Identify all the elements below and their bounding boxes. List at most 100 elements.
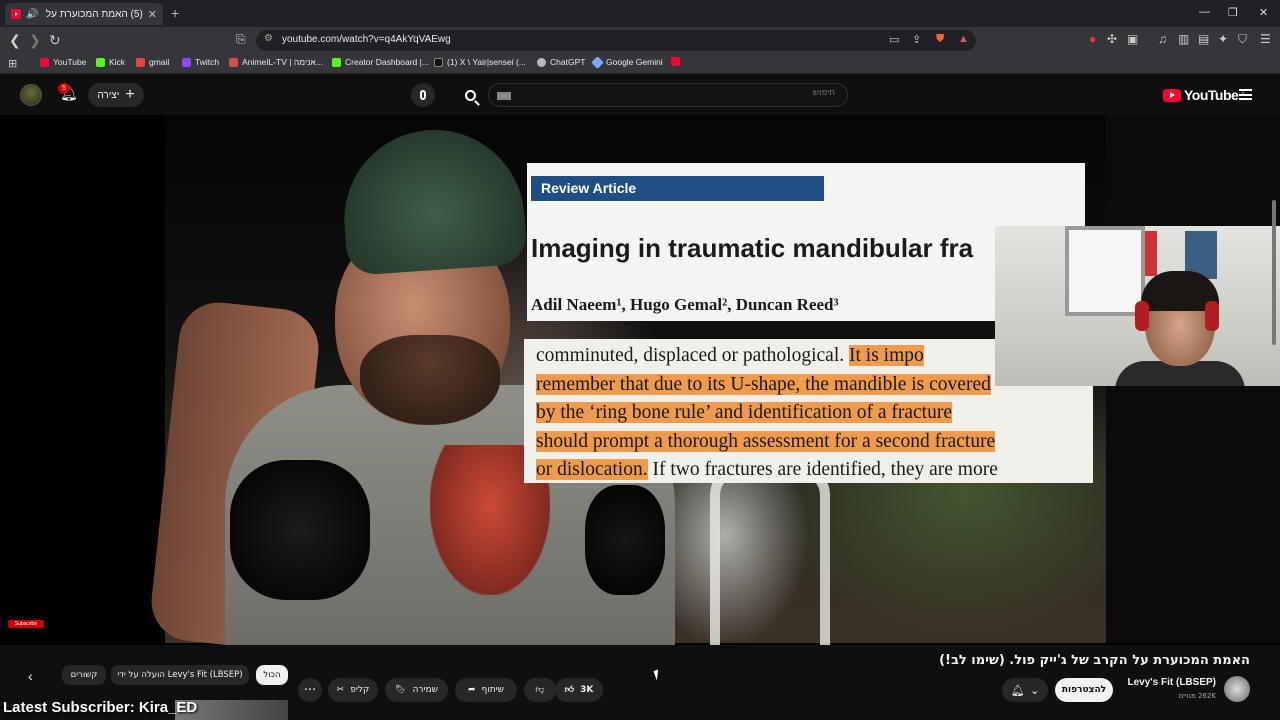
youtube-wordmark: YouTube [1184, 87, 1239, 103]
bookmark-gemini[interactable]: Google Gemini [591, 55, 663, 69]
video-person-fist-2 [585, 485, 665, 595]
brave-shield-icon[interactable]: ⛊ [936, 33, 944, 46]
thumbs-up-icon: 👍︎ [564, 685, 575, 695]
apps-grid-icon[interactable]: ⊞ [8, 57, 17, 70]
search-icon [464, 89, 476, 101]
bookmark-youtube-2[interactable] [671, 57, 680, 66]
bookmark-x[interactable]: (1) X \ Yair|sensei (... [434, 57, 526, 67]
dislike-button[interactable]: 👎︎ [524, 678, 556, 702]
bookmark-animeil[interactable]: AnimeIL-TV | אנימה... [229, 57, 323, 67]
share-icon: ➦ [467, 685, 476, 695]
extension-box-icon[interactable]: ▣ [1127, 32, 1138, 46]
chips-previous-icon[interactable]: ‹ [28, 668, 33, 684]
animeil-icon [229, 57, 238, 67]
close-window-button[interactable]: ✕ [1259, 6, 1268, 19]
youtube-favicon-icon [11, 9, 21, 19]
chip-all[interactable]: הכול [256, 665, 288, 685]
clip-button[interactable]: ✂ קליפ [328, 678, 378, 702]
forward-icon[interactable]: ❯ [29, 32, 41, 49]
chevron-down-icon: ⌄ [1030, 684, 1040, 697]
site-info-icon[interactable]: ⚙ [264, 33, 273, 44]
bookmark-twitch[interactable]: Twitch [182, 57, 219, 67]
clip-label: קליפ [350, 685, 370, 695]
save-button[interactable]: 🔖︎ שמירה [385, 678, 448, 702]
gemini-icon [591, 55, 604, 69]
bookmark-creator-dashboard[interactable]: Creator Dashboard |... [332, 57, 429, 67]
gmail-icon [136, 57, 145, 67]
create-button[interactable]: יצירה + [88, 83, 144, 107]
extensions-icon[interactable]: ✣ [1107, 32, 1117, 46]
subscribe-watermark[interactable]: Subscribe [8, 620, 44, 628]
wallet-icon[interactable]: ▤ [1198, 32, 1209, 46]
share-button[interactable]: ➦ שיתוף [455, 678, 517, 702]
latest-subscriber-overlay: Latest Subscriber: Kira_ED [3, 699, 198, 716]
more-actions-button[interactable]: ··· [298, 678, 322, 702]
video-person-beard [360, 335, 500, 425]
article-line: by the ‘ring bone rule’ and identificati… [536, 399, 1081, 428]
create-label: יצירה [97, 89, 120, 101]
brave-rewards-icon[interactable]: ▲ [958, 33, 969, 45]
back-icon[interactable]: ❮ [9, 32, 21, 49]
bookmarks-bar: ⊞ YouTube Kick gmail Twitch AnimeIL-TV |… [0, 54, 1280, 74]
headset-icon [1135, 301, 1149, 331]
channel-name[interactable]: Levy's Fit (LBSEP) [1127, 677, 1216, 688]
reload-icon[interactable]: ↻ [49, 32, 61, 49]
user-avatar[interactable] [20, 84, 42, 106]
article-type-tag: Review Article [531, 176, 824, 201]
new-tab-button[interactable]: + [171, 5, 179, 21]
article-line: or dislocation. If two fractures are ide… [536, 459, 998, 480]
browser-tabstrip: 🔊 (5) האמת המכוערת על הקרב ✕ + — ❐ ✕ [0, 0, 1280, 27]
tab-close-icon[interactable]: ✕ [148, 8, 157, 21]
sidebar-icon[interactable]: ▥ [1178, 32, 1189, 46]
bookmark-gmail[interactable]: gmail [136, 57, 169, 67]
youtube-icon [671, 57, 680, 66]
keyboard-icon[interactable] [497, 92, 511, 100]
browser-toolbar: ❮ ❯ ↻ ⎘ ⚙ youtube.com/watch?v=q4AkYqVAEw… [0, 27, 1280, 54]
url-text[interactable]: youtube.com/watch?v=q4AkYqVAEwg [282, 34, 451, 45]
search-input[interactable] [535, 88, 835, 98]
speaker-icon[interactable]: 🔊 [26, 9, 38, 20]
address-bar[interactable]: ⚙ youtube.com/watch?v=q4AkYqVAEwg ▭ ⇪ ⛊ … [256, 30, 976, 51]
join-button[interactable]: להצטרפות [1055, 678, 1113, 702]
plus-icon: + [125, 86, 135, 103]
article-authors: Adil Naeem¹, Hugo Gemal², Duncan Reed³ [531, 295, 839, 314]
chatgpt-icon [537, 57, 546, 67]
video-player[interactable]: Review Article Imaging in traumatic mand… [0, 115, 1280, 645]
page-scrollbar[interactable] [1272, 200, 1276, 345]
highlight: or dislocation. [536, 459, 648, 480]
search-box[interactable] [488, 83, 848, 107]
extension-record-icon[interactable]: ● [1089, 32, 1096, 46]
subscription-bell-button[interactable]: 🔔︎ ⌄ [1002, 678, 1048, 702]
bookmark-kick[interactable]: Kick [96, 57, 125, 67]
bookmark-page-icon[interactable]: ⎘ [236, 32, 246, 47]
bookmark-youtube[interactable]: YouTube [40, 57, 86, 67]
media-icon[interactable]: ♫ [1158, 32, 1167, 46]
youtube-logo[interactable]: YouTube IL [1163, 87, 1246, 103]
vpn-icon[interactable]: ⛉ [1238, 32, 1247, 47]
bookmark-chatgpt[interactable]: ChatGPT [537, 57, 585, 67]
share-page-icon[interactable]: ⇪ [912, 33, 921, 46]
chip-uploaded-by[interactable]: הועלה על ידי Levy's Fit (LBSEP) [111, 665, 249, 685]
microphone-icon [420, 90, 426, 100]
channel-avatar[interactable] [1224, 676, 1250, 702]
article-line: should prompt a thorough assessment for … [536, 428, 1081, 457]
browser-tab-active[interactable]: 🔊 (5) האמת המכוערת על הקרב ✕ [5, 3, 163, 25]
minimize-button[interactable]: — [1199, 6, 1210, 18]
tab-title: (5) האמת המכוערת על הקרב [43, 8, 143, 20]
restore-button[interactable]: ❐ [1228, 6, 1238, 19]
x-icon [434, 57, 443, 67]
cast-icon[interactable]: ▭ [889, 33, 899, 46]
kick-icon [332, 57, 341, 67]
leo-ai-icon[interactable]: ✦ [1218, 32, 1228, 46]
search-button[interactable] [452, 83, 488, 107]
youtube-icon [40, 57, 49, 67]
guide-menu-icon[interactable] [1239, 89, 1252, 100]
share-label: שיתוף [481, 685, 505, 695]
menu-icon[interactable]: ☰ [1260, 32, 1271, 46]
highlight: should prompt a thorough assessment for … [536, 430, 996, 452]
like-button[interactable]: 👍︎ 3K [555, 678, 603, 702]
streamer-webcam [995, 226, 1280, 386]
chip-related[interactable]: קשורים [62, 665, 106, 685]
voice-search-button[interactable] [411, 83, 435, 107]
thumbs-down-icon: 👎︎ [535, 685, 545, 695]
